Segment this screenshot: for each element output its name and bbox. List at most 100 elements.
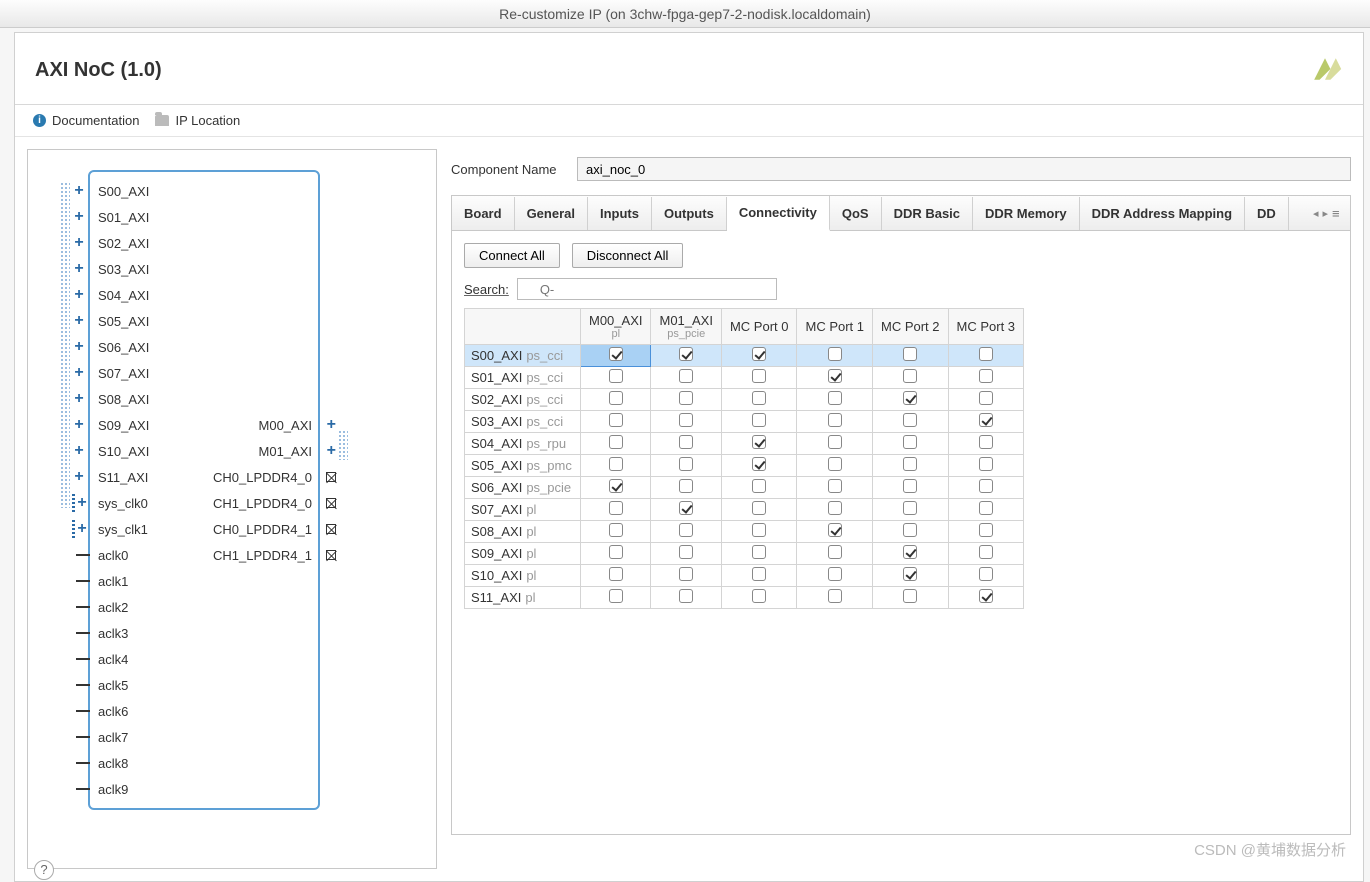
checkbox[interactable] [679,413,693,427]
checkbox[interactable] [609,589,623,603]
checkbox[interactable] [609,347,623,361]
checkbox[interactable] [979,545,993,559]
checkbox-cell[interactable] [581,411,651,433]
checkbox[interactable] [752,589,766,603]
checkbox[interactable] [903,369,917,383]
column-header[interactable]: MC Port 2 [873,309,949,345]
table-row[interactable]: S03_AXIps_cci [465,411,1024,433]
checkbox[interactable] [903,589,917,603]
checkbox[interactable] [979,347,993,361]
checkbox[interactable] [979,369,993,383]
checkbox-cell[interactable] [873,367,949,389]
tab-board[interactable]: Board [452,197,515,230]
checkbox-cell[interactable] [873,433,949,455]
checkbox[interactable] [752,457,766,471]
checkbox[interactable] [609,369,623,383]
checkbox[interactable] [979,435,993,449]
checkbox-cell[interactable] [948,477,1024,499]
checkbox-cell[interactable] [873,455,949,477]
checkbox-cell[interactable] [651,345,721,367]
checkbox[interactable] [609,457,623,471]
checkbox-cell[interactable] [651,521,721,543]
checkbox[interactable] [903,479,917,493]
table-row[interactable]: S06_AXIps_pcie [465,477,1024,499]
checkbox-cell[interactable] [651,411,721,433]
table-row[interactable]: S04_AXIps_rpu [465,433,1024,455]
checkbox-cell[interactable] [651,477,721,499]
tab-ddr-address-mapping[interactable]: DDR Address Mapping [1080,197,1245,230]
checkbox-cell[interactable] [948,433,1024,455]
checkbox[interactable] [679,545,693,559]
checkbox[interactable] [752,567,766,581]
checkbox[interactable] [903,457,917,471]
checkbox-cell[interactable] [651,543,721,565]
checkbox-cell[interactable] [948,367,1024,389]
checkbox[interactable] [679,501,693,515]
tab-menu-icon[interactable] [1332,206,1344,221]
tab-inputs[interactable]: Inputs [588,197,652,230]
checkbox-cell[interactable] [721,389,797,411]
checkbox[interactable] [609,391,623,405]
checkbox-cell[interactable] [581,543,651,565]
tab-ddr-memory[interactable]: DDR Memory [973,197,1080,230]
checkbox[interactable] [752,545,766,559]
checkbox[interactable] [828,545,842,559]
checkbox-cell[interactable] [651,565,721,587]
connect-all-button[interactable]: Connect All [464,243,560,268]
checkbox-cell[interactable] [948,499,1024,521]
tab-scroll-right-icon[interactable]: ▸ [1322,207,1328,220]
checkbox-cell[interactable] [581,455,651,477]
checkbox-cell[interactable] [721,587,797,609]
checkbox[interactable] [609,545,623,559]
checkbox-cell[interactable] [651,587,721,609]
checkbox[interactable] [609,523,623,537]
checkbox[interactable] [609,435,623,449]
checkbox-cell[interactable] [873,587,949,609]
checkbox[interactable] [679,457,693,471]
checkbox-cell[interactable] [581,367,651,389]
checkbox-cell[interactable] [581,587,651,609]
documentation-link[interactable]: i Documentation [33,113,139,128]
checkbox[interactable] [903,501,917,515]
checkbox-cell[interactable] [721,433,797,455]
checkbox-cell[interactable] [948,389,1024,411]
checkbox[interactable] [828,567,842,581]
checkbox[interactable] [903,545,917,559]
checkbox-cell[interactable] [721,367,797,389]
column-header[interactable]: M00_AXIpl [581,309,651,345]
checkbox[interactable] [903,391,917,405]
checkbox-cell[interactable] [797,411,873,433]
checkbox[interactable] [828,347,842,361]
checkbox[interactable] [828,435,842,449]
checkbox-cell[interactable] [721,477,797,499]
checkbox[interactable] [828,589,842,603]
checkbox-cell[interactable] [873,389,949,411]
checkbox[interactable] [828,479,842,493]
checkbox-cell[interactable] [797,345,873,367]
checkbox[interactable] [679,567,693,581]
checkbox-cell[interactable] [651,433,721,455]
checkbox[interactable] [679,369,693,383]
checkbox-cell[interactable] [651,499,721,521]
checkbox-cell[interactable] [948,455,1024,477]
checkbox[interactable] [828,369,842,383]
checkbox[interactable] [752,523,766,537]
component-name-input[interactable] [577,157,1351,181]
checkbox-cell[interactable] [581,565,651,587]
checkbox[interactable] [903,567,917,581]
checkbox-cell[interactable] [581,521,651,543]
table-row[interactable]: S10_AXIpl [465,565,1024,587]
column-header[interactable]: MC Port 3 [948,309,1024,345]
checkbox-cell[interactable] [721,455,797,477]
checkbox[interactable] [979,523,993,537]
checkbox[interactable] [752,347,766,361]
checkbox[interactable] [752,369,766,383]
checkbox-cell[interactable] [873,499,949,521]
column-header[interactable]: MC Port 0 [721,309,797,345]
tab-dd[interactable]: DD [1245,197,1289,230]
checkbox-cell[interactable] [581,499,651,521]
tab-ddr-basic[interactable]: DDR Basic [882,197,973,230]
checkbox-cell[interactable] [651,455,721,477]
checkbox[interactable] [752,479,766,493]
column-header[interactable]: M01_AXIps_pcie [651,309,721,345]
